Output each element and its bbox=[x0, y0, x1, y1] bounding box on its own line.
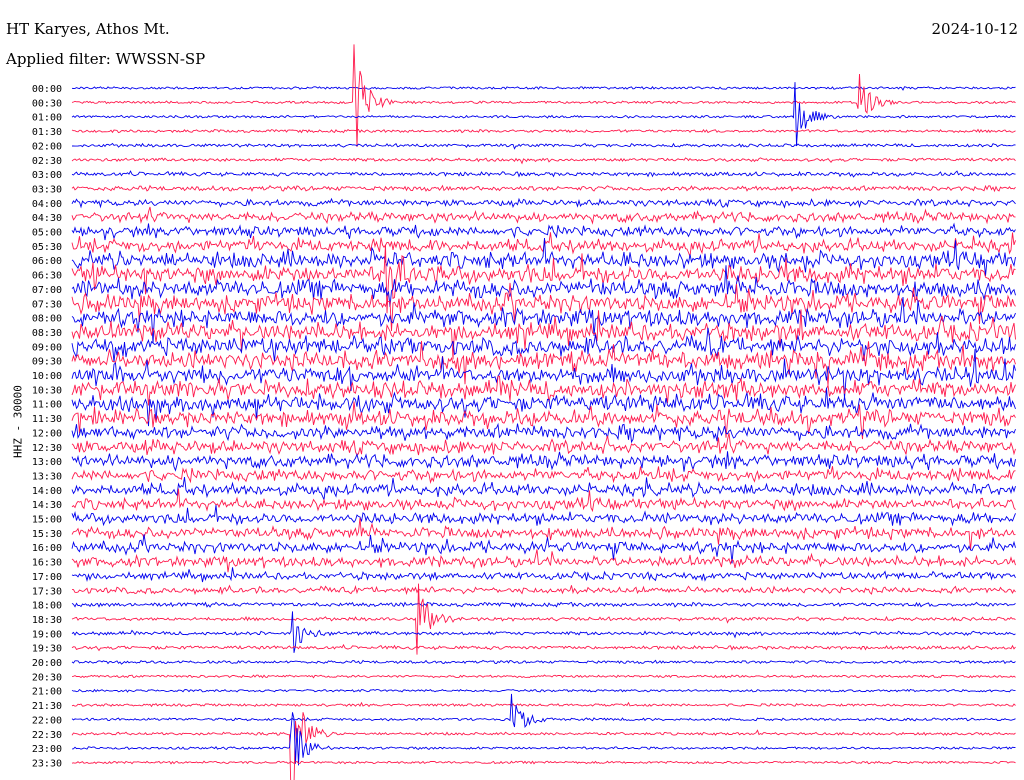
row-label: 05:30 bbox=[32, 242, 62, 253]
row-label: 19:00 bbox=[32, 629, 62, 640]
row-label: 11:30 bbox=[32, 414, 62, 425]
row-label: 04:30 bbox=[32, 213, 62, 224]
row-label: 17:30 bbox=[32, 586, 62, 597]
row-label: 00:30 bbox=[32, 98, 62, 109]
seismic-trace-1530 bbox=[71, 517, 1016, 551]
row-label: 10:00 bbox=[32, 371, 62, 382]
seismic-trace-2030 bbox=[71, 674, 1016, 679]
row-label: 06:30 bbox=[32, 271, 62, 282]
row-label: 22:30 bbox=[32, 730, 62, 741]
seismic-trace-2000 bbox=[71, 659, 1016, 665]
seismic-trace-0830 bbox=[71, 309, 1016, 360]
row-label: 01:30 bbox=[32, 127, 62, 138]
row-label: 08:30 bbox=[32, 328, 62, 339]
seismic-trace-0430 bbox=[71, 206, 1016, 225]
seismic-trace-2130 bbox=[71, 701, 1016, 708]
row-label: 15:00 bbox=[32, 515, 62, 526]
seismic-trace-2330 bbox=[71, 760, 1016, 765]
row-label: 00:00 bbox=[32, 84, 62, 95]
seismic-trace-1730 bbox=[72, 584, 1016, 596]
row-label: 17:00 bbox=[32, 572, 62, 583]
row-label: 20:00 bbox=[32, 658, 62, 669]
seismic-trace-2230 bbox=[71, 712, 1016, 780]
row-label: 05:00 bbox=[32, 228, 62, 239]
seismic-trace-1330 bbox=[71, 466, 1016, 485]
row-label: 02:00 bbox=[32, 141, 62, 152]
seismic-trace-1930 bbox=[71, 643, 1016, 652]
row-label: 23:30 bbox=[32, 758, 62, 769]
row-label: 10:30 bbox=[32, 385, 62, 396]
seismic-trace-1830 bbox=[71, 583, 1016, 655]
row-label: 03:00 bbox=[32, 170, 62, 181]
row-label: 23:00 bbox=[32, 744, 62, 755]
row-label: 12:30 bbox=[32, 443, 62, 454]
row-label: 20:30 bbox=[32, 672, 62, 683]
row-label: 13:00 bbox=[32, 457, 62, 468]
row-label: 01:00 bbox=[32, 113, 62, 124]
seismic-trace-1230 bbox=[71, 433, 1016, 457]
seismic-trace-0100 bbox=[71, 82, 1016, 146]
row-label: 14:30 bbox=[32, 500, 62, 511]
row-label: 11:00 bbox=[32, 400, 62, 411]
row-label: 21:00 bbox=[32, 687, 62, 698]
row-label: 02:30 bbox=[32, 156, 62, 167]
seismic-trace-1800 bbox=[71, 601, 1016, 608]
seismic-trace-0200 bbox=[72, 142, 1016, 150]
row-label: 16:30 bbox=[32, 558, 62, 569]
row-label: 21:30 bbox=[32, 701, 62, 712]
seismic-trace-0230 bbox=[71, 157, 1016, 165]
row-label: 07:30 bbox=[32, 299, 62, 310]
row-label: 19:30 bbox=[32, 644, 62, 655]
seismic-trace-0130 bbox=[71, 128, 1016, 134]
row-label: 07:00 bbox=[32, 285, 62, 296]
seismic-trace-1500 bbox=[71, 504, 1016, 527]
row-label: 22:00 bbox=[32, 715, 62, 726]
seismic-trace-1600 bbox=[71, 534, 1016, 564]
row-label: 18:30 bbox=[32, 615, 62, 626]
row-label: 04:00 bbox=[32, 199, 62, 210]
row-label: 08:00 bbox=[32, 314, 62, 325]
seismic-trace-0500 bbox=[71, 222, 1016, 241]
row-label: 06:00 bbox=[32, 256, 62, 267]
seismic-trace-0400 bbox=[71, 197, 1016, 209]
seismic-trace-1630 bbox=[71, 549, 1016, 573]
seismic-trace-1400 bbox=[71, 477, 1016, 500]
row-label: 13:30 bbox=[32, 471, 62, 482]
row-label: 18:00 bbox=[32, 601, 62, 612]
seismic-trace-2100 bbox=[71, 688, 1016, 693]
seismic-trace-1200 bbox=[71, 422, 1016, 444]
row-label: 14:00 bbox=[32, 486, 62, 497]
row-label: 09:00 bbox=[32, 342, 62, 353]
seismic-trace-0300 bbox=[71, 170, 1016, 178]
row-label: 03:30 bbox=[32, 184, 62, 195]
helicorder-plot: 00:00 00:30 01:00 01:30 02:00 02:30 03:00 03:30… bbox=[32, 44, 1016, 780]
seismic-trace-2200 bbox=[71, 693, 1016, 729]
row-label: 16:00 bbox=[32, 543, 62, 554]
row-label: 15:30 bbox=[32, 529, 62, 540]
seismic-trace-0330 bbox=[71, 184, 1016, 193]
row-label: 12:00 bbox=[32, 428, 62, 439]
seismic-trace-1700 bbox=[71, 567, 1016, 583]
row-label: 09:30 bbox=[32, 357, 62, 368]
seismic-trace-1300 bbox=[71, 451, 1016, 472]
seismic-trace-0000 bbox=[71, 86, 1016, 91]
